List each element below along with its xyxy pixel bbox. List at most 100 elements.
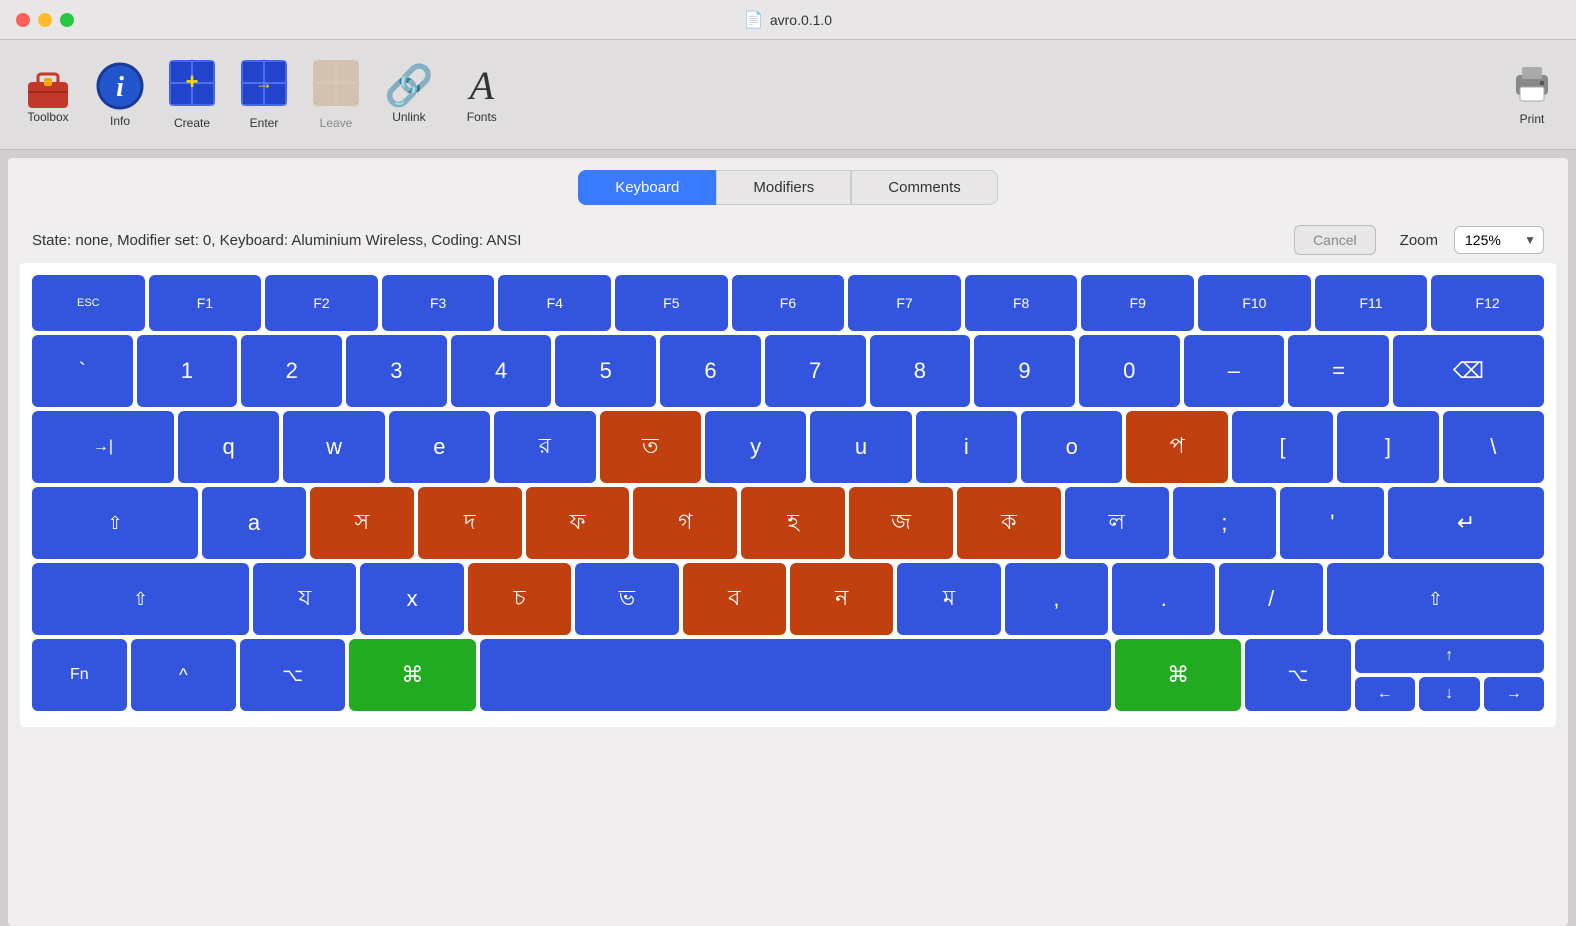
key-5[interactable]: 5: [555, 335, 656, 407]
key-semicolon[interactable]: ;: [1173, 487, 1277, 559]
key-ctrl[interactable]: ^: [131, 639, 236, 711]
key-g[interactable]: গ: [633, 487, 737, 559]
tab-comments[interactable]: Comments: [851, 170, 998, 205]
key-v[interactable]: ভ: [575, 563, 678, 635]
key-equals[interactable]: =: [1288, 335, 1389, 407]
key-arrow-down[interactable]: ↓: [1419, 677, 1479, 711]
key-f7[interactable]: F7: [848, 275, 961, 331]
key-enter[interactable]: ↵: [1388, 487, 1544, 559]
key-0[interactable]: 0: [1079, 335, 1180, 407]
key-z[interactable]: য: [253, 563, 356, 635]
key-space[interactable]: [480, 639, 1111, 711]
key-k[interactable]: ক: [957, 487, 1061, 559]
arrow-lr-row: ← ↓ →: [1355, 677, 1544, 711]
key-caps[interactable]: ⇧: [32, 487, 198, 559]
key-backslash[interactable]: \: [1443, 411, 1544, 483]
key-7[interactable]: 7: [765, 335, 866, 407]
key-m[interactable]: ম: [897, 563, 1000, 635]
key-cmd-left[interactable]: ⌘: [349, 639, 475, 711]
key-f2[interactable]: F2: [265, 275, 378, 331]
toolbar: Toolbox i Info + Create: [0, 40, 1576, 150]
leave-button[interactable]: Leave: [304, 55, 368, 134]
key-8[interactable]: 8: [870, 335, 971, 407]
key-6[interactable]: 6: [660, 335, 761, 407]
tab-keyboard[interactable]: Keyboard: [578, 170, 716, 205]
key-arrow-left[interactable]: ←: [1355, 677, 1415, 711]
key-arrow-right[interactable]: →: [1484, 677, 1544, 711]
key-f5[interactable]: F5: [615, 275, 728, 331]
key-option-left[interactable]: ⌥: [240, 639, 345, 711]
key-c[interactable]: চ: [468, 563, 571, 635]
key-period[interactable]: .: [1112, 563, 1215, 635]
key-cmd-right[interactable]: ⌘: [1115, 639, 1241, 711]
svg-text:i: i: [116, 72, 124, 103]
print-button[interactable]: Print: [1512, 63, 1552, 126]
key-bracket-right[interactable]: ]: [1337, 411, 1438, 483]
fonts-button[interactable]: A Fonts: [450, 62, 514, 128]
key-2[interactable]: 2: [241, 335, 342, 407]
key-i[interactable]: i: [916, 411, 1017, 483]
key-p[interactable]: প: [1126, 411, 1227, 483]
key-fn[interactable]: Fn: [32, 639, 127, 711]
key-f4[interactable]: F4: [498, 275, 611, 331]
keyboard-area: ESC F1 F2 F3 F4 F5 F6 F7 F8 F9 F10 F11 F…: [20, 263, 1556, 727]
key-slash[interactable]: /: [1219, 563, 1322, 635]
key-b[interactable]: ব: [683, 563, 786, 635]
key-f[interactable]: ফ: [526, 487, 630, 559]
key-backspace[interactable]: ⌫: [1393, 335, 1544, 407]
key-s[interactable]: স: [310, 487, 414, 559]
create-button[interactable]: + Create: [160, 55, 224, 134]
key-9[interactable]: 9: [974, 335, 1075, 407]
key-f12[interactable]: F12: [1431, 275, 1544, 331]
key-f10[interactable]: F10: [1198, 275, 1311, 331]
info-button[interactable]: i Info: [88, 58, 152, 132]
key-shift-left[interactable]: ⇧: [32, 563, 249, 635]
qwerty-key-row: →| q w e র ত y u i o প [ ] \: [32, 411, 1544, 483]
key-w[interactable]: w: [283, 411, 384, 483]
key-f1[interactable]: F1: [149, 275, 262, 331]
key-minus[interactable]: –: [1184, 335, 1285, 407]
key-backtick[interactable]: `: [32, 335, 133, 407]
key-f11[interactable]: F11: [1315, 275, 1428, 331]
key-f6[interactable]: F6: [732, 275, 845, 331]
key-r[interactable]: র: [494, 411, 595, 483]
key-3[interactable]: 3: [346, 335, 447, 407]
key-l[interactable]: ল: [1065, 487, 1169, 559]
key-shift-right[interactable]: ⇧: [1327, 563, 1544, 635]
key-quote[interactable]: ': [1280, 487, 1384, 559]
cancel-button[interactable]: Cancel: [1294, 225, 1376, 255]
key-arrow-up[interactable]: ↑: [1355, 639, 1544, 673]
key-h[interactable]: হ: [741, 487, 845, 559]
key-d[interactable]: দ: [418, 487, 522, 559]
key-q[interactable]: q: [178, 411, 279, 483]
tab-modifiers[interactable]: Modifiers: [716, 170, 851, 205]
key-esc[interactable]: ESC: [32, 275, 145, 331]
key-option-right[interactable]: ⌥: [1245, 639, 1350, 711]
key-n[interactable]: ন: [790, 563, 893, 635]
key-tab[interactable]: →|: [32, 411, 174, 483]
key-e[interactable]: e: [389, 411, 490, 483]
enter-button[interactable]: → Enter: [232, 55, 296, 134]
maximize-button[interactable]: [60, 13, 74, 27]
leave-label: Leave: [320, 116, 353, 130]
close-button[interactable]: [16, 13, 30, 27]
unlink-button[interactable]: 🔗 Unlink: [376, 62, 442, 128]
key-a[interactable]: a: [202, 487, 306, 559]
key-f3[interactable]: F3: [382, 275, 495, 331]
key-4[interactable]: 4: [451, 335, 552, 407]
zoom-select[interactable]: 75% 100% 125% 150% 200%: [1454, 226, 1544, 254]
key-bracket-left[interactable]: [: [1232, 411, 1333, 483]
key-y[interactable]: y: [705, 411, 806, 483]
toolbox-button[interactable]: Toolbox: [16, 62, 80, 128]
print-icon: [1512, 63, 1552, 108]
key-x[interactable]: x: [360, 563, 463, 635]
key-j[interactable]: জ: [849, 487, 953, 559]
key-1[interactable]: 1: [137, 335, 238, 407]
key-t[interactable]: ত: [600, 411, 701, 483]
key-comma[interactable]: ,: [1005, 563, 1108, 635]
key-f9[interactable]: F9: [1081, 275, 1194, 331]
key-u[interactable]: u: [810, 411, 911, 483]
key-o[interactable]: o: [1021, 411, 1122, 483]
key-f8[interactable]: F8: [965, 275, 1078, 331]
minimize-button[interactable]: [38, 13, 52, 27]
